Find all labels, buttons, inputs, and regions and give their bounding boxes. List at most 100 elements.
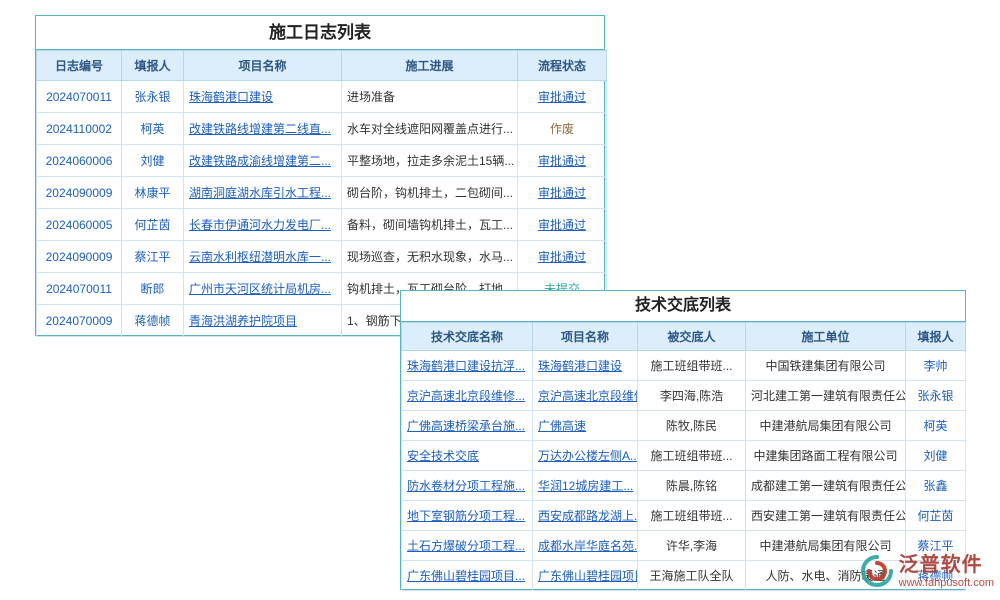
table-cell: 陈牧,陈民: [638, 411, 746, 441]
column-header: 项目名称: [184, 51, 342, 81]
table-row: 2024060006刘健改建铁路成渝线增建第二...平整场地，拉走多余泥土15辆…: [37, 145, 607, 177]
status-cell[interactable]: 审批通过: [518, 81, 607, 113]
table-cell: 2024070011: [37, 273, 122, 305]
table-row: 2024090009林康平湖南洞庭湖水库引水工程...砌台阶，钩机排土，二包砌间…: [37, 177, 607, 209]
column-header: 日志编号: [37, 51, 122, 81]
link-cell[interactable]: 京沪高速北京段维修: [533, 381, 638, 411]
table-row: 2024090009蔡江平云南水利枢纽潜明水库一...现场巡查，无积水现象，水马…: [37, 241, 607, 273]
status-cell[interactable]: 审批通过: [518, 145, 607, 177]
table-cell: 中国铁建集团有限公司: [746, 351, 906, 381]
table-cell: 现场巡查，无积水现象，水马...: [342, 241, 518, 273]
table-cell: 林康平: [122, 177, 184, 209]
construction-log-title: 施工日志列表: [36, 16, 604, 50]
link-cell[interactable]: 广州市天河区统计局机房...: [184, 273, 342, 305]
table-cell: 2024070009: [37, 305, 122, 337]
header-row: 技术交底名称项目名称被交底人施工单位填报人: [402, 323, 966, 351]
column-header: 填报人: [906, 323, 966, 351]
table-cell: 进场准备: [342, 81, 518, 113]
status-cell[interactable]: 审批通过: [518, 241, 607, 273]
link-cell[interactable]: 珠海鹤港口建设抗浮...: [402, 351, 533, 381]
column-header: 项目名称: [533, 323, 638, 351]
table-cell: 2024090009: [37, 241, 122, 273]
brand-logo: 泛普软件 www.fanpusoft.com: [859, 553, 994, 594]
table-cell: 许华,李海: [638, 531, 746, 561]
link-cell[interactable]: 改建铁路线增建第二线直...: [184, 113, 342, 145]
table-cell: 施工班组带班...: [638, 351, 746, 381]
table-cell: 中建港航局集团有限公司: [746, 411, 906, 441]
table-cell: 李四海,陈浩: [638, 381, 746, 411]
status-cell[interactable]: 审批通过: [518, 209, 607, 241]
brand-url: www.fanpusoft.com: [899, 577, 994, 590]
link-cell[interactable]: 云南水利枢纽潜明水库一...: [184, 241, 342, 273]
table-cell: 何芷茵: [122, 209, 184, 241]
status-cell[interactable]: 审批通过: [518, 177, 607, 209]
link-cell[interactable]: 地下室钢筋分项工程...: [402, 501, 533, 531]
link-cell[interactable]: 广东佛山碧桂园项目: [533, 561, 638, 591]
table-cell: 2024060005: [37, 209, 122, 241]
table-cell: 张永银: [122, 81, 184, 113]
column-header: 施工单位: [746, 323, 906, 351]
table-cell: 蔡江平: [122, 241, 184, 273]
table-cell: 施工班组带班...: [638, 441, 746, 471]
link-cell[interactable]: 西安成都路龙湖上...: [533, 501, 638, 531]
table-row: 珠海鹤港口建设抗浮...珠海鹤港口建设施工班组带班...中国铁建集团有限公司李帅: [402, 351, 966, 381]
link-cell[interactable]: 防水卷材分项工程施...: [402, 471, 533, 501]
table-row: 2024060005何芷茵长春市伊通河水力发电厂...备料，砌间墙钩机排土，瓦工…: [37, 209, 607, 241]
link-cell[interactable]: 广东佛山碧桂园项目...: [402, 561, 533, 591]
table-cell: 砌台阶，钩机排土，二包砌间...: [342, 177, 518, 209]
column-header: 流程状态: [518, 51, 607, 81]
table-cell: 备料，砌间墙钩机排土，瓦工...: [342, 209, 518, 241]
tech-disclosure-title: 技术交底列表: [401, 291, 965, 322]
table-row: 防水卷材分项工程施...华润12城房建工...陈晨,陈铭成都建工第一建筑有限责任…: [402, 471, 966, 501]
table-cell: 张鑫: [906, 471, 966, 501]
column-header: 被交底人: [638, 323, 746, 351]
table-cell: 河北建工第一建筑有限责任公司: [746, 381, 906, 411]
header-row: 日志编号填报人项目名称施工进展流程状态: [37, 51, 607, 81]
table-row: 2024110002柯英改建铁路线增建第二线直...水车对全线遮阳网覆盖点进行.…: [37, 113, 607, 145]
link-cell[interactable]: 珠海鹤港口建设: [533, 351, 638, 381]
table-cell: 2024070011: [37, 81, 122, 113]
table-cell: 2024060006: [37, 145, 122, 177]
table-cell: 水车对全线遮阳网覆盖点进行...: [342, 113, 518, 145]
table-cell: 李帅: [906, 351, 966, 381]
link-cell[interactable]: 改建铁路成渝线增建第二...: [184, 145, 342, 177]
table-cell: 2024110002: [37, 113, 122, 145]
tech-disclosure-table: 技术交底名称项目名称被交底人施工单位填报人 珠海鹤港口建设抗浮...珠海鹤港口建…: [401, 322, 966, 591]
tech-disclosure-panel: 技术交底列表 技术交底名称项目名称被交底人施工单位填报人 珠海鹤港口建设抗浮..…: [400, 290, 966, 590]
column-header: 施工进展: [342, 51, 518, 81]
table-row: 2024070011张永银珠海鹤港口建设进场准备审批通过: [37, 81, 607, 113]
table-cell: 成都建工第一建筑有限责任公司: [746, 471, 906, 501]
status-cell[interactable]: 作废: [518, 113, 607, 145]
link-cell[interactable]: 珠海鹤港口建设: [184, 81, 342, 113]
table-cell: 刘健: [906, 441, 966, 471]
table-row: 京沪高速北京段维修...京沪高速北京段维修李四海,陈浩河北建工第一建筑有限责任公…: [402, 381, 966, 411]
fanpu-swirl-icon: [859, 553, 895, 594]
table-cell: 平整场地，拉走多余泥土15辆...: [342, 145, 518, 177]
table-cell: 施工班组带班...: [638, 501, 746, 531]
table-cell: 陈晨,陈铭: [638, 471, 746, 501]
link-cell[interactable]: 万达办公楼左侧A...: [533, 441, 638, 471]
link-cell[interactable]: 广佛高速桥梁承台施...: [402, 411, 533, 441]
table-row: 广佛高速桥梁承台施...广佛高速陈牧,陈民中建港航局集团有限公司柯英: [402, 411, 966, 441]
link-cell[interactable]: 华润12城房建工...: [533, 471, 638, 501]
table-row: 地下室钢筋分项工程...西安成都路龙湖上...施工班组带班...西安建工第一建筑…: [402, 501, 966, 531]
link-cell[interactable]: 土石方爆破分项工程...: [402, 531, 533, 561]
link-cell[interactable]: 广佛高速: [533, 411, 638, 441]
table-cell: 王海施工队全队: [638, 561, 746, 591]
construction-log-panel: 施工日志列表 日志编号填报人项目名称施工进展流程状态 2024070011张永银…: [35, 15, 605, 336]
table-cell: 西安建工第一建筑有限责任公司: [746, 501, 906, 531]
link-cell[interactable]: 湖南洞庭湖水库引水工程...: [184, 177, 342, 209]
table-cell: 张永银: [906, 381, 966, 411]
table-cell: 刘健: [122, 145, 184, 177]
table-cell: 柯英: [906, 411, 966, 441]
link-cell[interactable]: 成都水岸华庭名苑...: [533, 531, 638, 561]
link-cell[interactable]: 青海洪湖养护院项目: [184, 305, 342, 337]
table-cell: 蒋德帧: [122, 305, 184, 337]
link-cell[interactable]: 京沪高速北京段维修...: [402, 381, 533, 411]
table-cell: 何芷茵: [906, 501, 966, 531]
column-header: 填报人: [122, 51, 184, 81]
table-cell: 柯英: [122, 113, 184, 145]
link-cell[interactable]: 长春市伊通河水力发电厂...: [184, 209, 342, 241]
link-cell[interactable]: 安全技术交底: [402, 441, 533, 471]
table-cell: 中建集团路面工程有限公司: [746, 441, 906, 471]
